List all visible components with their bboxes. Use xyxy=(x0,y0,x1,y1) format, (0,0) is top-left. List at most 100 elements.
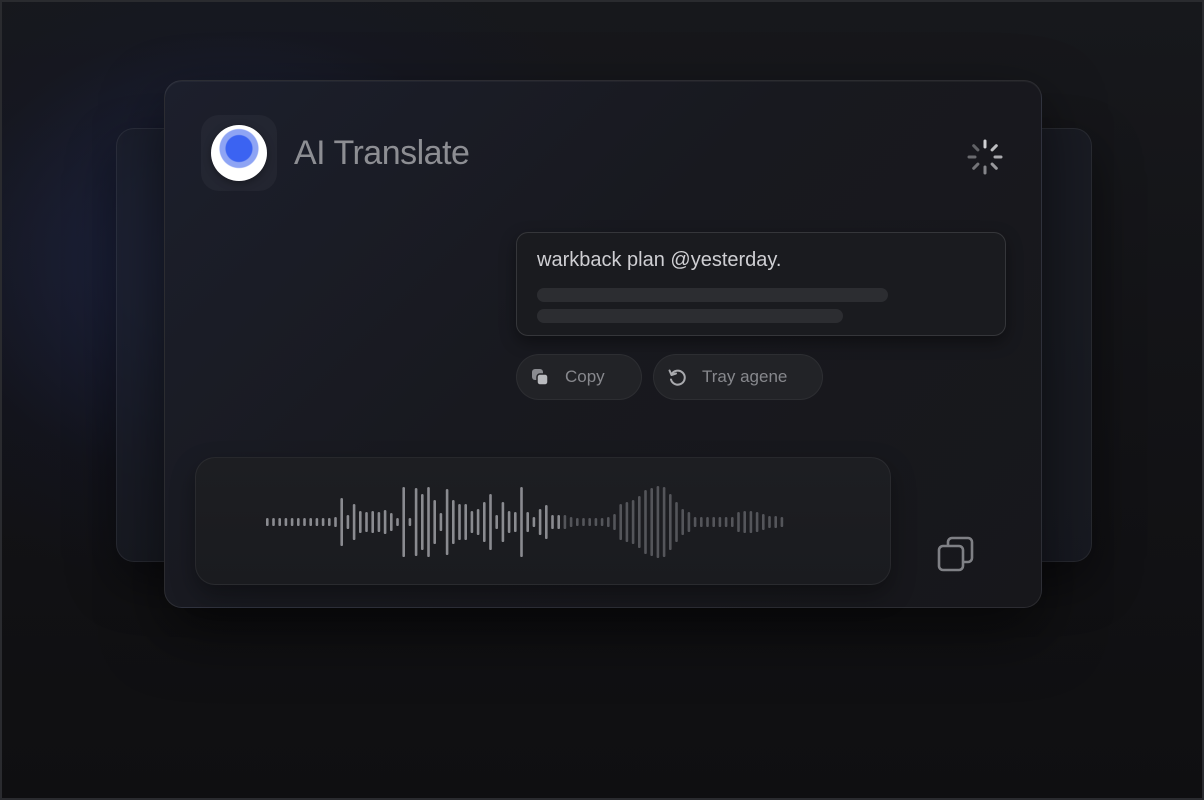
waveform-bar xyxy=(718,517,722,527)
waveform-bar xyxy=(526,512,529,532)
waveform-bar xyxy=(532,517,536,527)
copy-label: Copy xyxy=(565,367,605,386)
waveform-bar xyxy=(644,490,647,554)
translation-result-box[interactable]: warkback plan @yesterday. xyxy=(516,232,1006,336)
waveform-bar xyxy=(433,500,436,544)
copy-button[interactable]: Copy xyxy=(516,354,642,400)
translate-card: AI Translate warkback plan @yesterday. C… xyxy=(164,80,1042,608)
waveform-bar xyxy=(755,512,759,532)
waveform-bar xyxy=(414,488,418,556)
waveform-bar xyxy=(687,512,691,532)
waveform-bar xyxy=(582,518,585,526)
waveform-bar xyxy=(359,511,362,533)
waveform-bar xyxy=(396,518,399,526)
waveform-bar xyxy=(520,487,523,557)
waveform-bar xyxy=(600,518,604,526)
waveform-bar xyxy=(514,512,517,532)
waveform-bar xyxy=(266,518,269,526)
translation-text: warkback plan @yesterday. xyxy=(537,249,782,271)
waveform-bar xyxy=(576,518,579,526)
app-icon-tile xyxy=(201,115,277,191)
waveform-bar xyxy=(408,518,412,526)
app-title: AI Translate xyxy=(294,134,470,172)
waveform-bar xyxy=(377,512,381,532)
waveform-bar xyxy=(625,502,629,542)
waveform-bar xyxy=(613,514,616,530)
app-logo-icon xyxy=(211,125,267,181)
waveform-bar xyxy=(334,517,337,527)
retry-button[interactable]: Tray agene xyxy=(653,354,823,400)
waveform-bar xyxy=(743,511,746,533)
waveform-bar xyxy=(780,517,784,527)
waveform-bar xyxy=(507,511,511,533)
waveform-bar xyxy=(501,502,505,542)
waveform-bar xyxy=(724,517,728,527)
waveform-bar xyxy=(631,500,635,544)
waveform-bar xyxy=(557,515,560,529)
skeleton-line xyxy=(537,288,888,302)
waveform-bar xyxy=(365,512,368,532)
waveform-bar xyxy=(675,502,678,542)
waveform-bar xyxy=(762,514,765,530)
waveform-bar xyxy=(439,513,443,531)
waveform-bar xyxy=(371,511,374,533)
waveform-bar xyxy=(607,517,610,527)
waveform-bar xyxy=(669,494,672,550)
waveform-bar xyxy=(352,504,356,540)
waveform-bar xyxy=(712,517,715,527)
waveform-bar xyxy=(662,487,666,557)
duplicate-icon[interactable] xyxy=(935,533,977,575)
waveform-bar xyxy=(427,487,430,557)
skeleton-line xyxy=(537,309,843,323)
copy-icon xyxy=(529,366,551,388)
waveform-bar xyxy=(390,513,393,531)
waveform-bar xyxy=(681,509,684,535)
waveform-bar xyxy=(445,489,449,555)
waveform-bar xyxy=(464,504,467,540)
waveform-bar xyxy=(538,509,542,535)
waveform-bar xyxy=(489,494,492,550)
waveform-bar xyxy=(650,488,653,556)
waveform-bar xyxy=(569,517,573,527)
waveform-bar xyxy=(402,487,405,557)
waveform-bar xyxy=(340,498,343,546)
waveform-bar xyxy=(749,511,753,533)
waveform-bar xyxy=(290,518,294,526)
waveform-bar xyxy=(303,518,306,526)
waveform-bar xyxy=(551,515,554,529)
waveform-bar xyxy=(421,494,424,550)
waveform-bar xyxy=(495,515,498,529)
waveform-bar xyxy=(309,518,312,526)
waveform-bar xyxy=(272,518,275,526)
waveform-bar xyxy=(452,500,455,544)
retry-icon xyxy=(666,366,688,388)
waveform-bar xyxy=(768,516,771,528)
loading-spinner-icon xyxy=(967,139,1003,175)
retry-label: Tray agene xyxy=(702,367,788,386)
waveform-bar xyxy=(545,505,548,539)
waveform-bar xyxy=(563,515,567,529)
waveform-bar xyxy=(315,518,319,526)
audio-waveform xyxy=(266,486,784,558)
waveform-bar xyxy=(284,518,288,526)
waveform-bar xyxy=(656,486,660,558)
waveform-bar xyxy=(638,496,641,548)
waveform-bar xyxy=(774,516,777,528)
waveform-bar xyxy=(346,515,350,529)
waveform-bar xyxy=(706,517,709,527)
waveform-bar xyxy=(470,511,474,533)
waveform-bar xyxy=(588,518,591,526)
waveform-bar xyxy=(383,510,387,534)
waveform-bar xyxy=(458,504,461,540)
waveform-bar xyxy=(483,502,486,542)
waveform-bar xyxy=(321,518,325,526)
waveform-bar xyxy=(278,518,281,526)
waveform-bar xyxy=(700,517,703,527)
waveform-bar xyxy=(594,518,598,526)
waveform-bar xyxy=(297,518,300,526)
waveform-bar xyxy=(476,509,480,535)
waveform-bar xyxy=(619,504,622,540)
audio-waveform-panel[interactable] xyxy=(195,457,891,585)
waveform-bar xyxy=(731,517,734,527)
waveform-bar xyxy=(328,518,331,526)
